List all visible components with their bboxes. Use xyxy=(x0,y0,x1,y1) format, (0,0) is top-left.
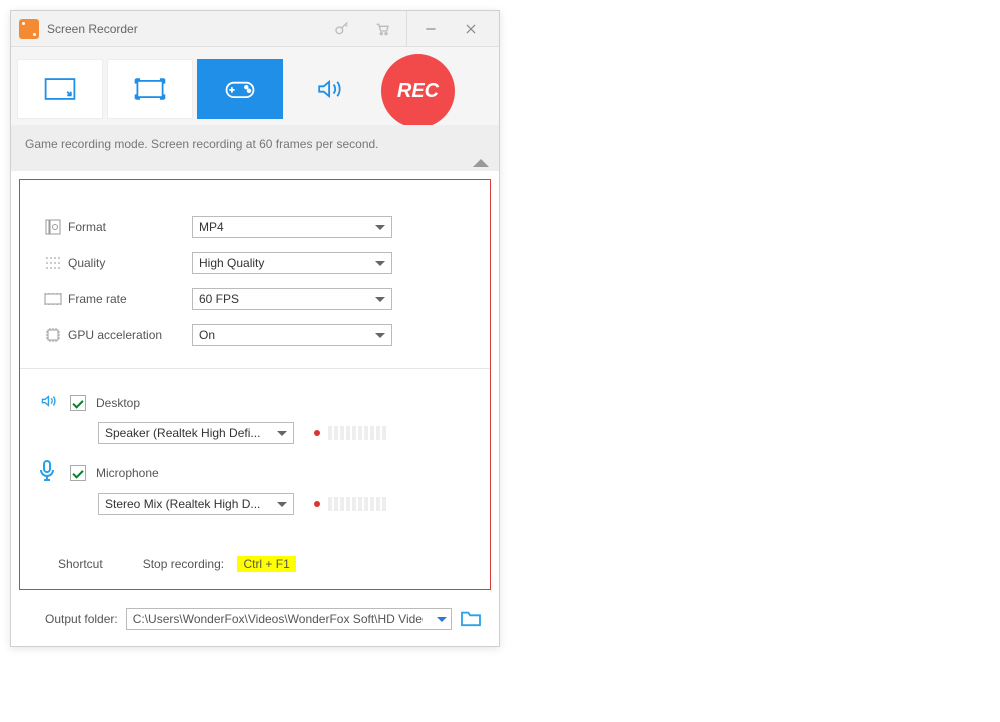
output-folder-label: Output folder: xyxy=(45,612,118,626)
quality-row: Quality High Quality xyxy=(38,252,472,274)
chevron-down-icon xyxy=(375,333,385,338)
microphone-label: Microphone xyxy=(96,466,159,480)
shortcut-row: Shortcut Stop recording: Ctrl + F1 xyxy=(38,557,472,571)
quality-select[interactable]: High Quality xyxy=(192,252,392,274)
screen-recorder-window: Screen Recorder REC xyxy=(10,10,500,647)
chevron-down-icon xyxy=(277,431,287,436)
chevron-down-icon xyxy=(375,297,385,302)
browse-folder-button[interactable] xyxy=(460,609,482,630)
desktop-checkbox[interactable] xyxy=(70,395,86,411)
shortcut-key: Ctrl + F1 xyxy=(237,556,295,572)
microphone-checkbox[interactable] xyxy=(70,465,86,481)
close-button[interactable] xyxy=(451,11,491,47)
desktop-label: Desktop xyxy=(96,396,140,410)
gpu-label: GPU acceleration xyxy=(68,328,192,342)
quality-icon xyxy=(38,256,68,270)
speaker-icon xyxy=(38,391,66,414)
divider xyxy=(20,368,490,369)
window-title: Screen Recorder xyxy=(47,22,138,36)
mode-audio-button[interactable] xyxy=(287,59,373,119)
record-button[interactable]: REC xyxy=(381,54,455,128)
format-icon xyxy=(38,219,68,235)
footer: Output folder: C:\Users\WonderFox\Videos… xyxy=(11,598,499,646)
chevron-down-icon xyxy=(437,617,447,622)
format-select[interactable]: MP4 xyxy=(192,216,392,238)
mode-row: REC xyxy=(11,47,499,125)
titlebar: Screen Recorder xyxy=(11,11,499,47)
framerate-label: Frame rate xyxy=(68,292,192,306)
mode-description: Game recording mode. Screen recording at… xyxy=(11,125,499,171)
record-dot-icon xyxy=(314,430,320,436)
record-label: REC xyxy=(397,80,439,103)
microphone-block: Microphone Stereo Mix (Realtek High D... xyxy=(38,460,472,515)
gpu-row: GPU acceleration On xyxy=(38,324,472,346)
minimize-button[interactable] xyxy=(411,11,451,47)
gpu-icon xyxy=(38,327,68,343)
framerate-row: Frame rate 60 FPS xyxy=(38,288,472,310)
key-icon[interactable] xyxy=(322,11,362,47)
app-logo-icon xyxy=(19,19,39,39)
shortcut-label: Shortcut xyxy=(58,557,103,571)
settings-panel: Format MP4 Quality High Quality Frame ra… xyxy=(19,179,491,590)
record-dot-icon xyxy=(314,501,320,507)
microphone-level-meter xyxy=(314,497,386,511)
quality-label: Quality xyxy=(68,256,192,270)
chevron-down-icon xyxy=(375,225,385,230)
chevron-down-icon xyxy=(375,261,385,266)
microphone-device-select[interactable]: Stereo Mix (Realtek High D... xyxy=(98,493,294,515)
mode-fullscreen-button[interactable] xyxy=(107,59,193,119)
format-row: Format MP4 xyxy=(38,216,472,238)
microphone-icon xyxy=(38,460,66,485)
chevron-down-icon xyxy=(277,502,287,507)
output-path-input[interactable]: C:\Users\WonderFox\Videos\WonderFox Soft… xyxy=(126,608,452,630)
stop-recording-label: Stop recording: xyxy=(143,557,224,571)
collapse-arrow-icon[interactable] xyxy=(473,159,489,167)
mode-game-button[interactable] xyxy=(197,59,283,119)
desktop-level-meter xyxy=(314,426,386,440)
framerate-select[interactable]: 60 FPS xyxy=(192,288,392,310)
framerate-icon xyxy=(38,292,68,306)
desktop-device-select[interactable]: Speaker (Realtek High Defi... xyxy=(98,422,294,444)
cart-icon[interactable] xyxy=(362,11,402,47)
format-label: Format xyxy=(68,220,192,234)
gpu-select[interactable]: On xyxy=(192,324,392,346)
desktop-audio-block: Desktop Speaker (Realtek High Defi... xyxy=(38,391,472,444)
mode-region-button[interactable] xyxy=(17,59,103,119)
